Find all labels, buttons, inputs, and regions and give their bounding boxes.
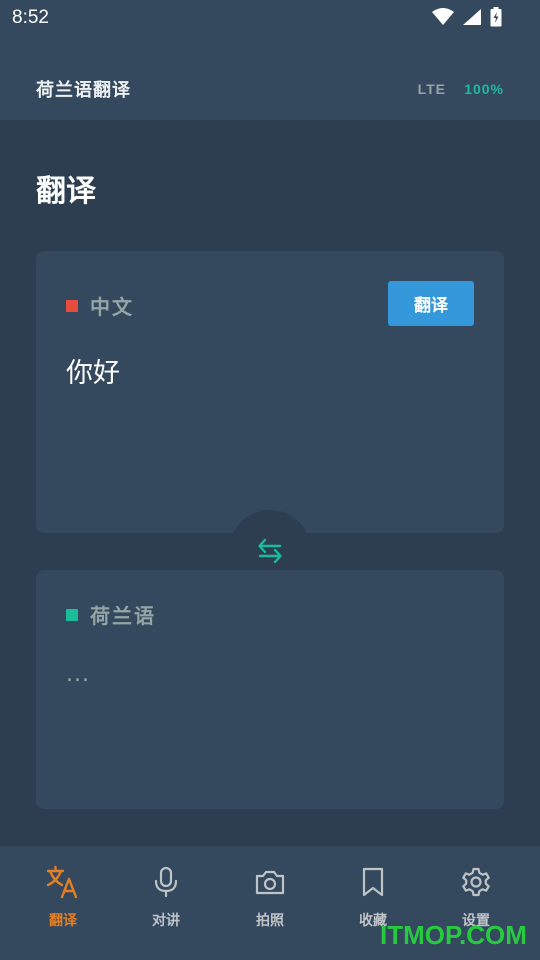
watermark: ITMOP.COM: [380, 920, 527, 950]
source-language-indicator: [66, 299, 78, 312]
app-title: 荷兰语翻译: [36, 80, 131, 101]
battery-percentage: 100%: [464, 81, 504, 97]
swap-icon: [258, 538, 282, 564]
page-title: 翻译: [36, 174, 96, 209]
network-type: LTE: [417, 81, 446, 97]
nav-label: 对讲: [152, 913, 180, 929]
target-card: 荷兰语 ...: [36, 570, 504, 809]
translate-button[interactable]: 翻译: [388, 281, 474, 326]
app-bar: 荷兰语翻译 LTE 100%: [0, 38, 540, 120]
camera-icon: [252, 864, 288, 900]
settings-icon: [458, 864, 494, 900]
nav-label: 拍照: [256, 913, 284, 929]
signal-icon: [463, 9, 481, 25]
status-icons: [432, 7, 502, 27]
target-language-indicator: [66, 608, 78, 621]
nav-item-intercom[interactable]: 对讲: [114, 864, 218, 934]
microphone-icon: [148, 864, 184, 900]
nav-item-translate[interactable]: 翻译: [11, 864, 115, 934]
translate-icon: [45, 864, 81, 900]
source-text-input[interactable]: 你好: [66, 351, 120, 390]
nav-item-camera[interactable]: 拍照: [218, 864, 322, 934]
status-bar: 8:52: [0, 0, 540, 38]
wifi-icon: [432, 8, 454, 25]
bookmark-icon: [355, 864, 391, 900]
status-time: 8:52: [12, 7, 49, 28]
nav-label: 翻译: [49, 913, 77, 929]
target-language-label: 荷兰语: [90, 604, 156, 628]
source-card: 中文 翻译 你好: [36, 251, 504, 533]
target-text-output: ...: [66, 662, 90, 687]
source-language-label: 中文: [90, 295, 134, 319]
source-language-row[interactable]: 中文: [66, 291, 134, 320]
battery-icon: [490, 7, 502, 27]
target-language-row[interactable]: 荷兰语: [66, 600, 156, 629]
